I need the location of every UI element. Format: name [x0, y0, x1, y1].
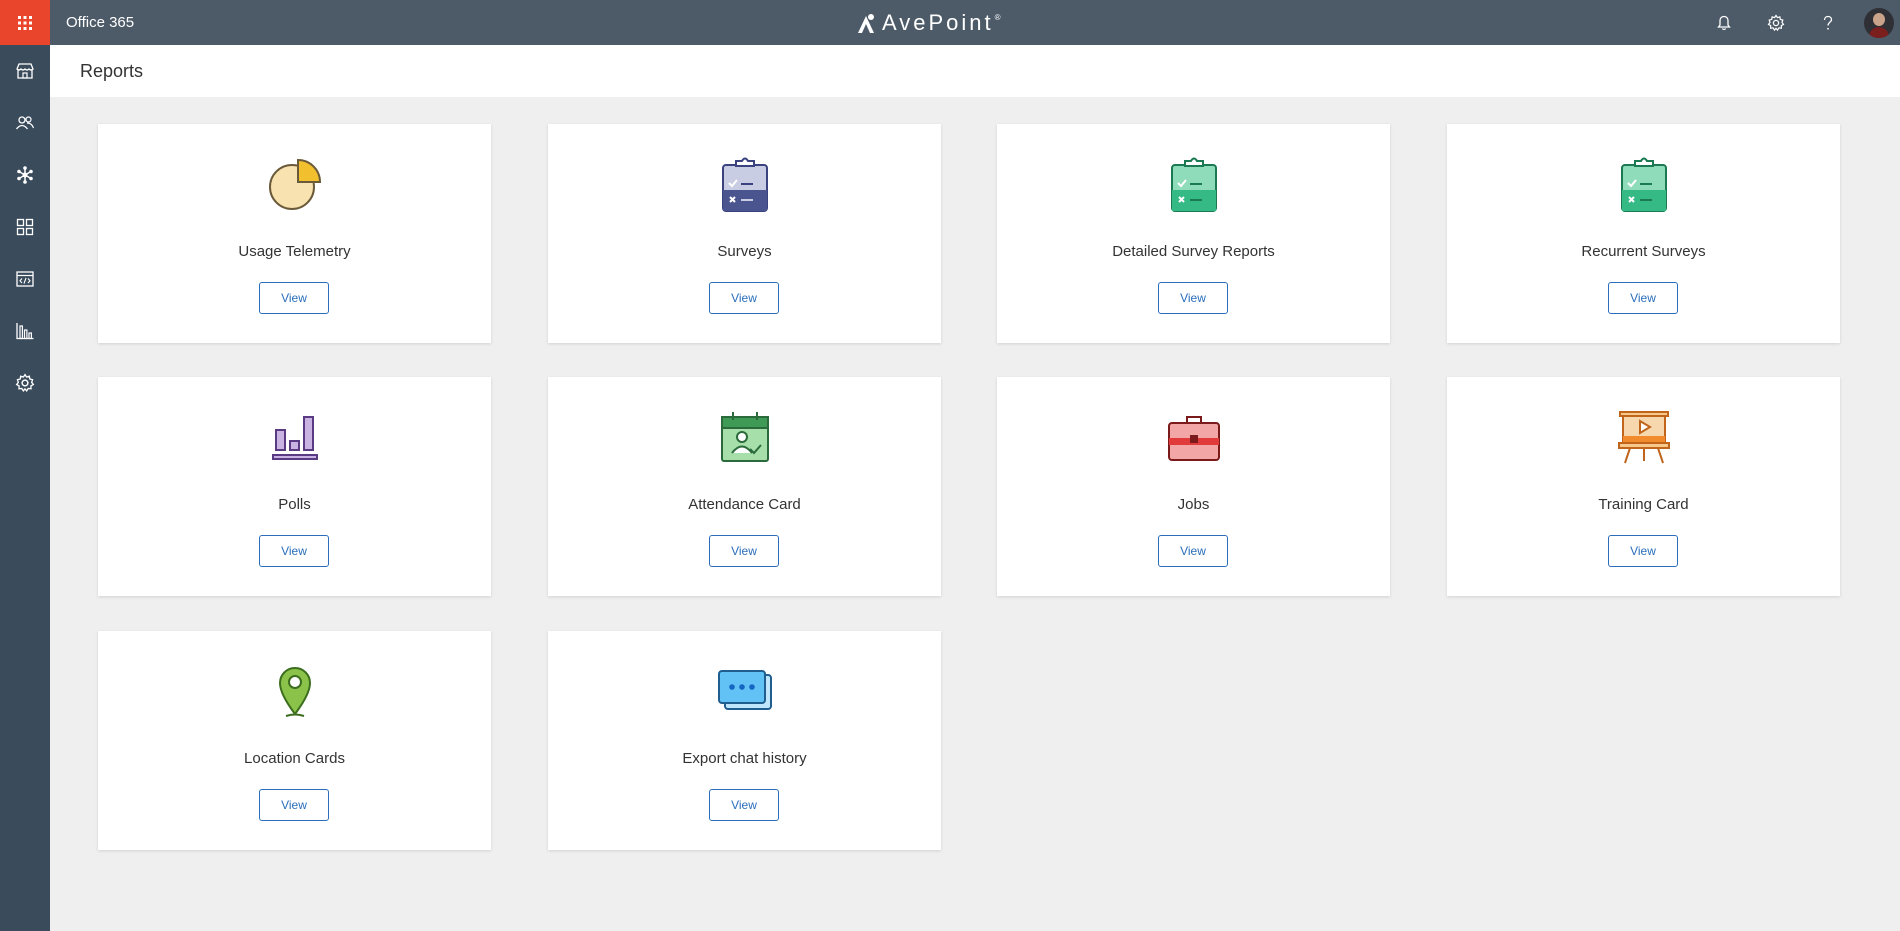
gear-icon [1767, 13, 1785, 31]
store-icon [16, 63, 34, 79]
reports-chart-icon [16, 323, 34, 340]
top-icons [1698, 0, 1900, 45]
view-button[interactable]: View [709, 535, 779, 567]
report-card-location-cards: Location Cards View [98, 631, 491, 850]
code-card-icon [16, 271, 34, 287]
briefcase-icon [1167, 416, 1220, 461]
settings-button[interactable] [1750, 0, 1802, 45]
report-card-jobs: Jobs View [997, 377, 1390, 596]
location-pin-icon [278, 667, 311, 717]
presentation-easel-icon [1617, 411, 1670, 464]
view-button[interactable]: View [709, 282, 779, 314]
sidebar-item-cards[interactable] [0, 253, 50, 305]
survey-clipboard-icon [1170, 157, 1217, 212]
card-title: Detailed Survey Reports [1112, 243, 1275, 260]
sidebar-item-network[interactable] [0, 149, 50, 201]
help-icon [1823, 15, 1833, 30]
page-header: Reports [50, 45, 1900, 97]
report-card-surveys: Surveys View [548, 124, 941, 343]
poll-bars-icon [271, 416, 318, 460]
sidebar-item-reports[interactable] [0, 305, 50, 357]
report-card-detailed-survey-reports: Detailed Survey Reports View [997, 124, 1390, 343]
people-icon [15, 116, 35, 130]
card-title: Surveys [717, 243, 772, 260]
view-button[interactable]: View [1158, 282, 1228, 314]
card-title: Recurrent Surveys [1581, 243, 1706, 260]
report-card-usage-telemetry: Usage Telemetry View [98, 124, 491, 343]
app-title[interactable]: Office 365 [66, 0, 134, 45]
card-title: Usage Telemetry [238, 243, 351, 260]
pie-chart-icon [268, 158, 321, 210]
report-card-polls: Polls View [98, 377, 491, 596]
left-sidebar [0, 45, 50, 931]
survey-clipboard-icon [1620, 157, 1667, 212]
bell-icon [1717, 15, 1731, 30]
survey-clipboard-icon [721, 157, 768, 212]
card-title: Training Card [1598, 496, 1689, 513]
report-card-attendance-card: Attendance Card View [548, 377, 941, 596]
attendance-calendar-icon [720, 412, 769, 462]
view-button[interactable]: View [1158, 535, 1228, 567]
sidebar-item-settings[interactable] [0, 357, 50, 409]
sidebar-item-apps[interactable] [0, 201, 50, 253]
sidebar-item-store[interactable] [0, 45, 50, 97]
top-bar: Office 365 AvePoint ® [0, 0, 1900, 45]
brand-name: AvePoint [882, 10, 994, 35]
brand-registered-mark: ® [994, 13, 1001, 22]
card-title: Export chat history [682, 750, 807, 767]
app-launcher-button[interactable] [0, 0, 50, 45]
avatar[interactable] [1864, 7, 1894, 38]
sidebar-item-people[interactable] [0, 97, 50, 149]
view-button[interactable]: View [1608, 535, 1678, 567]
brand-logo: AvePoint ® [856, 10, 1001, 36]
card-title: Jobs [1177, 496, 1210, 513]
view-button[interactable]: View [259, 282, 329, 314]
view-button[interactable]: View [709, 789, 779, 821]
card-title: Location Cards [244, 750, 345, 767]
report-card-training-card: Training Card View [1447, 377, 1840, 596]
card-title: Attendance Card [688, 496, 801, 513]
notifications-button[interactable] [1698, 0, 1750, 45]
apps-grid-icon [16, 218, 34, 236]
card-title: Polls [278, 496, 311, 513]
page-title: Reports [80, 61, 144, 81]
chat-bubbles-icon [717, 670, 772, 710]
view-button[interactable]: View [259, 789, 329, 821]
waffle-icon [18, 15, 32, 30]
view-button[interactable]: View [259, 535, 329, 567]
report-card-export-chat-history: Export chat history View [548, 631, 941, 850]
avepoint-logo-icon [858, 14, 874, 33]
network-icon [17, 166, 33, 184]
view-button[interactable]: View [1608, 282, 1678, 314]
settings-icon [15, 373, 35, 393]
help-button[interactable] [1802, 0, 1854, 45]
report-card-recurrent-surveys: Recurrent Surveys View [1447, 124, 1840, 343]
